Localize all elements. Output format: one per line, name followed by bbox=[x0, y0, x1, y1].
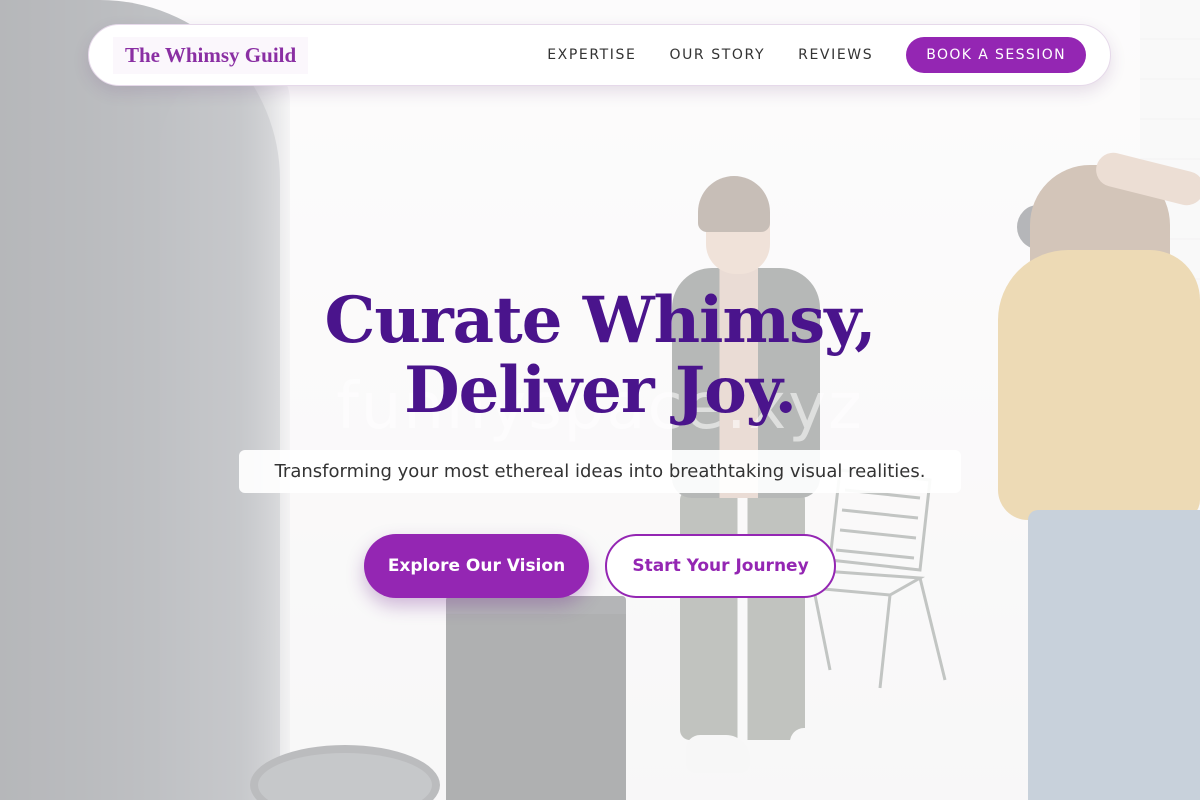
hero-subtitle: Transforming your most ethereal ideas in… bbox=[239, 450, 961, 493]
nav-links: EXPERTISE OUR STORY REVIEWS BOOK A SESSI… bbox=[547, 37, 1086, 73]
nav-link-our-story[interactable]: OUR STORY bbox=[669, 47, 765, 63]
hero-title-line-1: Curate Whimsy, bbox=[324, 283, 876, 358]
hero-title-line-2: Deliver Joy. bbox=[404, 353, 797, 428]
nav-link-reviews[interactable]: REVIEWS bbox=[798, 47, 873, 63]
brand-logo[interactable]: The Whimsy Guild bbox=[113, 36, 309, 74]
hero-title: Curate Whimsy, Deliver Joy. bbox=[0, 286, 1200, 426]
top-navbar: The Whimsy Guild EXPERTISE OUR STORY REV… bbox=[88, 24, 1111, 86]
nav-link-expertise[interactable]: EXPERTISE bbox=[547, 47, 636, 63]
explore-vision-button[interactable]: Explore Our Vision bbox=[364, 534, 589, 598]
start-journey-button[interactable]: Start Your Journey bbox=[605, 534, 836, 598]
book-session-button[interactable]: BOOK A SESSION bbox=[906, 37, 1086, 73]
